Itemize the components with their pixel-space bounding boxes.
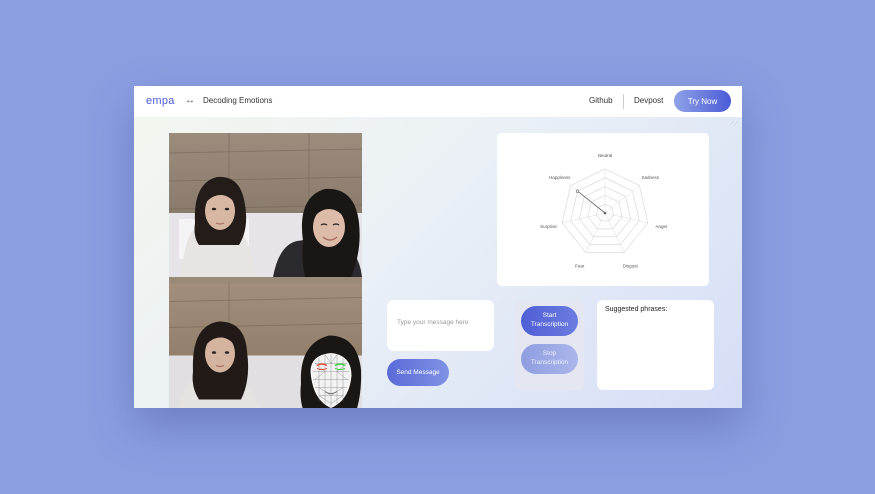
radar-axis-label: Happiness <box>549 175 571 180</box>
radar-axis-line <box>585 212 606 253</box>
send-message-button[interactable]: Send Message <box>387 359 449 386</box>
nav-link-devpost[interactable]: Devpost <box>634 96 663 105</box>
stop-button-line1: Stop <box>542 350 557 358</box>
radar-axis-label: Fear <box>575 263 585 268</box>
radar-data-point <box>575 189 580 193</box>
nav-link-github[interactable]: Github <box>589 96 613 105</box>
logo[interactable]: empa <box>146 95 175 107</box>
message-box <box>387 300 494 351</box>
emotion-radar-chart: Neutral Sadness Anger Disgust Fear Surprise Ha… <box>540 153 668 268</box>
app-window: empa ↔ Decoding Emotions Github Devpost … <box>134 86 742 408</box>
radar-center-point <box>603 211 607 215</box>
start-transcription-button[interactable]: Start Transcription <box>521 306 578 336</box>
start-button-line1: Start <box>542 312 557 320</box>
radar-axis-label: Neutral <box>598 153 613 158</box>
resize-corner-icon: ⟋⟋ <box>730 121 739 127</box>
suggested-phrases-card: Suggested phrases: <box>597 300 714 390</box>
radar-axis-label: Anger <box>655 224 668 229</box>
stop-button-line2: Transcription <box>530 359 569 366</box>
webcam-frame-bottom <box>169 283 362 408</box>
radar-axis-label: Sadness <box>642 175 660 180</box>
radar-axis-label: Disgust <box>623 263 639 268</box>
try-now-button[interactable]: Try Now <box>674 90 731 112</box>
radar-axis-label: Surprise <box>540 224 557 229</box>
start-button-line2: Transcription <box>530 321 569 328</box>
stop-transcription-button[interactable]: Stop Transcription <box>521 344 578 374</box>
webcam-video-feed <box>169 133 362 408</box>
radar-axis-line <box>604 212 625 253</box>
nav-divider <box>623 94 624 109</box>
webcam-frame-top <box>169 133 362 277</box>
suggested-phrases-title: Suggested phrases: <box>605 306 668 313</box>
project-title: Decoding Emotions <box>203 96 273 105</box>
top-navigation-bar: empa ↔ Decoding Emotions Github Devpost … <box>134 86 742 117</box>
transcription-panel: Start Transcription Stop Transcription <box>515 300 584 390</box>
swap-arrow-icon: ↔ <box>185 95 195 106</box>
emotion-radar-card: Neutral Sadness Anger Disgust Fear Surprise Ha… <box>497 133 709 286</box>
message-input[interactable] <box>395 318 491 327</box>
